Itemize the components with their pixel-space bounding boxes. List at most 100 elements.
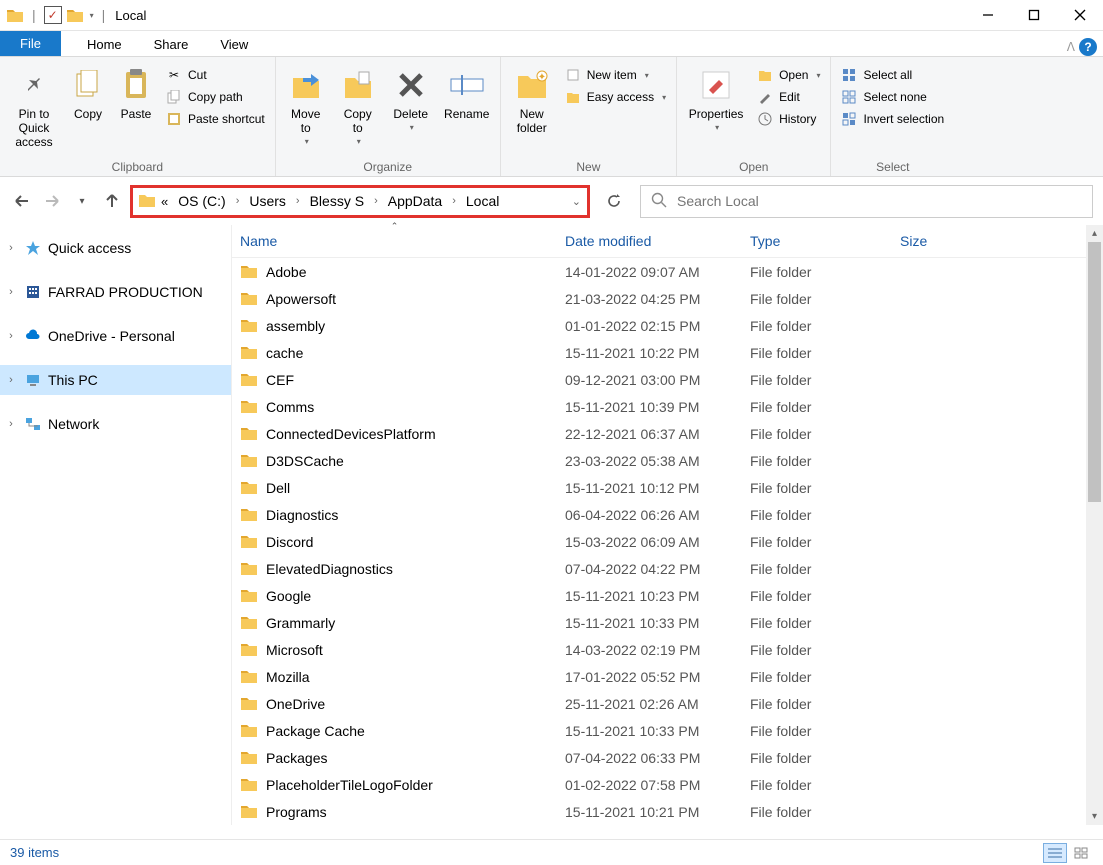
delete-button[interactable]: Delete▾ (386, 61, 436, 132)
sidebar-item[interactable]: ›This PC (0, 365, 231, 395)
tab-file[interactable]: File (0, 31, 61, 56)
select-none-button[interactable]: Select none (837, 87, 948, 107)
file-name: Mozilla (266, 669, 310, 685)
collapse-ribbon-icon[interactable]: ᐱ (1067, 40, 1075, 54)
large-icons-view-button[interactable] (1069, 843, 1093, 863)
scroll-track[interactable] (1086, 242, 1103, 808)
help-button[interactable]: ? (1079, 38, 1097, 56)
sidebar-item[interactable]: ›FARRAD PRODUCTION (0, 277, 231, 307)
table-row[interactable]: cache15-11-2021 10:22 PMFile folder (232, 339, 1103, 366)
table-row[interactable]: Adobe14-01-2022 09:07 AMFile folder (232, 258, 1103, 285)
table-row[interactable]: Packages07-04-2022 06:33 PMFile folder (232, 744, 1103, 771)
table-row[interactable]: Apowersoft21-03-2022 04:25 PMFile folder (232, 285, 1103, 312)
file-date: 09-12-2021 03:00 PM (557, 372, 742, 388)
group-label: Open (683, 158, 824, 174)
close-button[interactable] (1057, 0, 1103, 31)
table-row[interactable]: Dell15-11-2021 10:12 PMFile folder (232, 474, 1103, 501)
tab-share[interactable]: Share (138, 33, 205, 56)
chevron-right-icon[interactable]: › (292, 195, 304, 207)
sidebar-item[interactable]: ›Quick access (0, 233, 231, 263)
history-button[interactable]: History (753, 109, 824, 129)
move-to-button[interactable]: Move to▾ (282, 61, 330, 146)
table-row[interactable]: OneDrive25-11-2021 02:26 AMFile folder (232, 690, 1103, 717)
table-row[interactable]: Diagnostics06-04-2022 06:26 AMFile folde… (232, 501, 1103, 528)
up-button[interactable] (100, 189, 124, 213)
table-row[interactable]: Grammarly15-11-2021 10:33 PMFile folder (232, 609, 1103, 636)
file-type: File folder (742, 318, 892, 334)
details-view-button[interactable] (1043, 843, 1067, 863)
easy-access-button[interactable]: Easy access▾ (561, 87, 670, 107)
sidebar-item[interactable]: ›Network (0, 409, 231, 439)
table-row[interactable]: ElevatedDiagnostics07-04-2022 04:22 PMFi… (232, 555, 1103, 582)
properties-button[interactable]: Properties▾ (683, 61, 749, 132)
chevron-right-icon[interactable]: › (448, 195, 460, 207)
breadcrumb-segment[interactable]: Blessy S› (306, 191, 382, 211)
label: Delete (393, 107, 428, 121)
rename-button[interactable]: Rename (440, 61, 494, 121)
column-header-size[interactable]: Size (892, 225, 982, 257)
file-list-pane: ⌃ Name Date modified Type Size Adobe14-0… (232, 225, 1103, 825)
file-list[interactable]: Adobe14-01-2022 09:07 AMFile folderApowe… (232, 258, 1103, 825)
chevron-right-icon[interactable]: › (232, 195, 244, 207)
chevron-down-icon[interactable]: ⌄ (572, 195, 581, 208)
open-button[interactable]: Open▾ (753, 65, 824, 85)
folder-icon (240, 776, 258, 794)
table-row[interactable]: Mozilla17-01-2022 05:52 PMFile folder (232, 663, 1103, 690)
cut-button[interactable]: ✂Cut (162, 65, 269, 85)
table-row[interactable]: Discord15-03-2022 06:09 AMFile folder (232, 528, 1103, 555)
maximize-button[interactable] (1011, 0, 1057, 31)
paste-button[interactable]: Paste (114, 61, 158, 121)
copy-button[interactable]: Copy (66, 61, 110, 121)
chevron-down-icon[interactable]: ▾ (90, 11, 94, 20)
table-row[interactable]: Microsoft14-03-2022 02:19 PMFile folder (232, 636, 1103, 663)
column-header-date[interactable]: Date modified (557, 225, 742, 257)
sidebar-item[interactable]: ›OneDrive - Personal (0, 321, 231, 351)
scroll-thumb[interactable] (1088, 242, 1101, 502)
scrollbar[interactable]: ▴ ▾ (1086, 225, 1103, 825)
copy-path-button[interactable]: Copy path (162, 87, 269, 107)
tab-home[interactable]: Home (71, 33, 138, 56)
breadcrumb-segment[interactable]: Local (462, 191, 503, 211)
forward-button[interactable] (40, 189, 64, 213)
refresh-button[interactable] (602, 189, 626, 213)
breadcrumb-segment[interactable]: AppData› (384, 191, 460, 211)
invert-selection-button[interactable]: Invert selection (837, 109, 948, 129)
back-button[interactable] (10, 189, 34, 213)
search-input[interactable] (677, 193, 1082, 209)
tab-view[interactable]: View (204, 33, 264, 56)
checkbox-icon[interactable]: ✓ (44, 6, 62, 24)
new-folder-button[interactable]: ✦ New folder (507, 61, 557, 135)
breadcrumb-segment[interactable]: OS (C:)› (174, 191, 243, 211)
new-item-button[interactable]: New item▾ (561, 65, 670, 85)
table-row[interactable]: PlaceholderTileLogoFolder01-02-2022 07:5… (232, 771, 1103, 798)
file-type: File folder (742, 264, 892, 280)
scroll-down-button[interactable]: ▾ (1086, 808, 1103, 825)
address-bar[interactable]: « OS (C:)› Users› Blessy S› AppData› Loc… (130, 185, 590, 218)
paste-shortcut-button[interactable]: Paste shortcut (162, 109, 269, 129)
search-box[interactable] (640, 185, 1093, 218)
breadcrumb-segment[interactable]: Users› (245, 191, 303, 211)
table-row[interactable]: Comms15-11-2021 10:39 PMFile folder (232, 393, 1103, 420)
expand-icon[interactable]: › (4, 418, 18, 430)
pin-to-quick-access-button[interactable]: Pin to Quick access (6, 61, 62, 149)
expand-icon[interactable]: › (4, 242, 18, 254)
recent-locations-button[interactable]: ▾ (70, 189, 94, 213)
table-row[interactable]: CEF09-12-2021 03:00 PMFile folder (232, 366, 1103, 393)
edit-button[interactable]: Edit (753, 87, 824, 107)
chevron-right-icon[interactable]: › (370, 195, 382, 207)
select-all-button[interactable]: Select all (837, 65, 948, 85)
table-row[interactable]: D3DSCache23-03-2022 05:38 AMFile folder (232, 447, 1103, 474)
table-row[interactable]: Programs15-11-2021 10:21 PMFile folder (232, 798, 1103, 825)
table-row[interactable]: Package Cache15-11-2021 10:33 PMFile fol… (232, 717, 1103, 744)
file-name: cache (266, 345, 303, 361)
table-row[interactable]: ConnectedDevicesPlatform22-12-2021 06:37… (232, 420, 1103, 447)
column-header-type[interactable]: Type (742, 225, 892, 257)
scroll-up-button[interactable]: ▴ (1086, 225, 1103, 242)
copy-to-button[interactable]: Copy to▾ (334, 61, 382, 146)
table-row[interactable]: assembly01-01-2022 02:15 PMFile folder (232, 312, 1103, 339)
expand-icon[interactable]: › (4, 374, 18, 386)
minimize-button[interactable] (965, 0, 1011, 31)
expand-icon[interactable]: › (4, 286, 18, 298)
expand-icon[interactable]: › (4, 330, 18, 342)
table-row[interactable]: Google15-11-2021 10:23 PMFile folder (232, 582, 1103, 609)
